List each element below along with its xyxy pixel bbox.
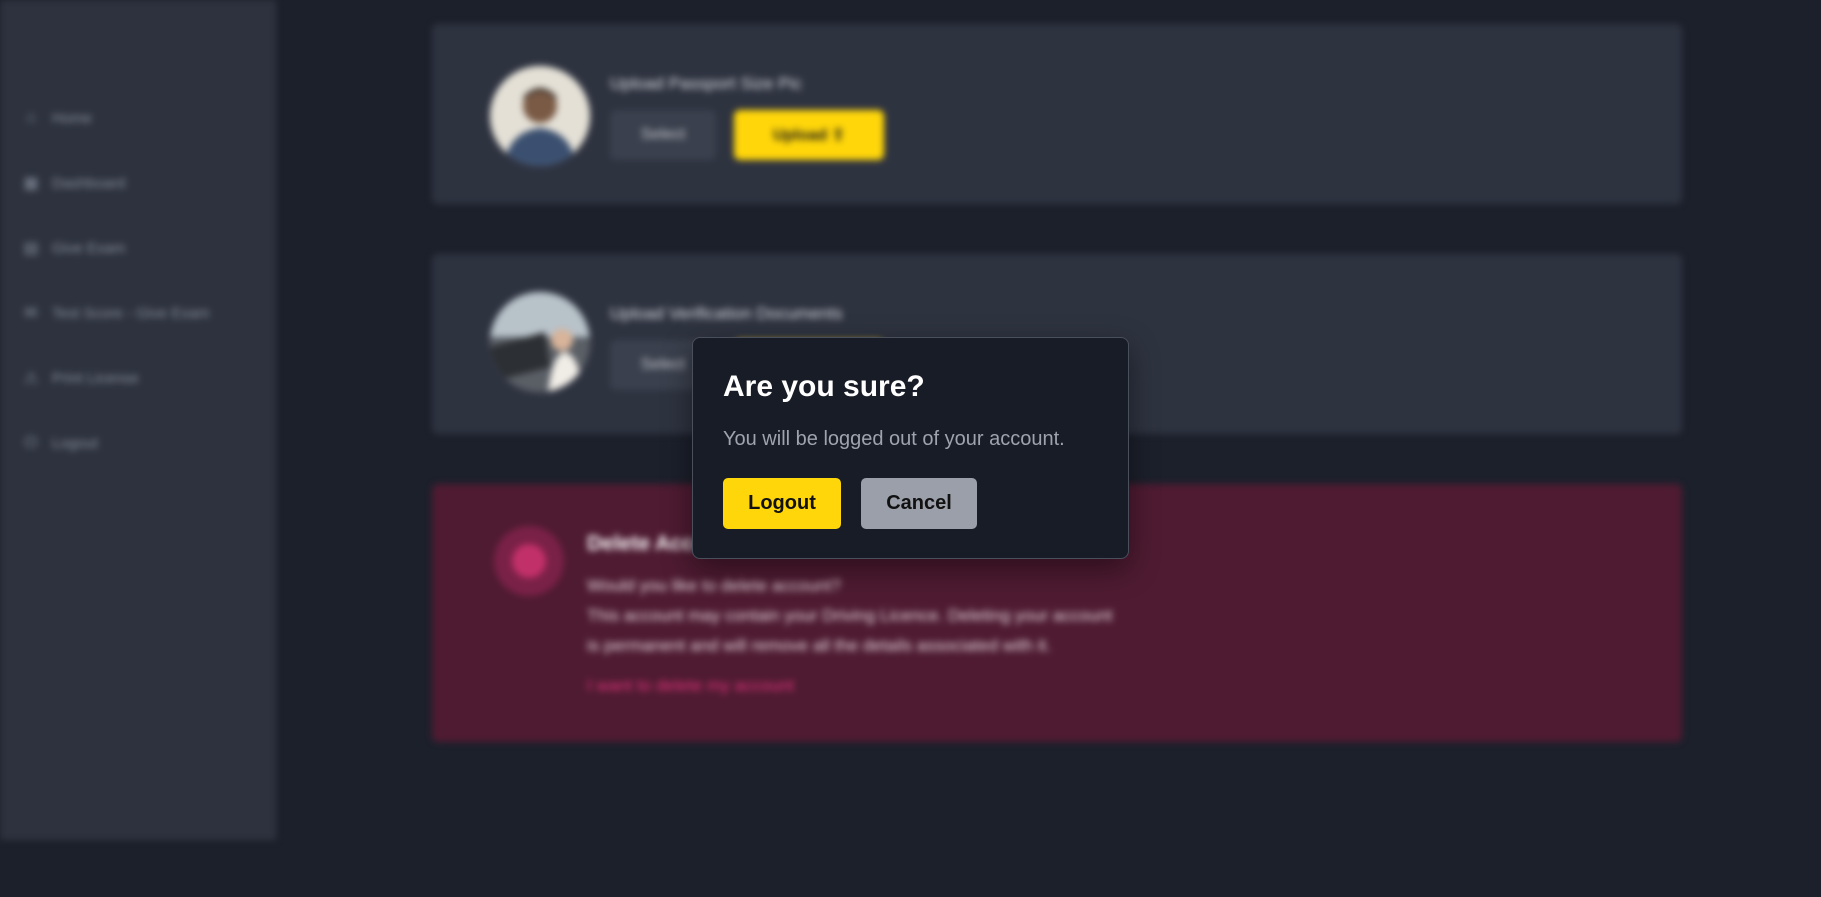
dashboard-icon: ▦ (23, 175, 39, 192)
delete-account-warning-line1: This account may contain your Driving Li… (587, 606, 1113, 625)
exam-icon: ▤ (23, 240, 39, 257)
sidebar-item-label: Print License (52, 369, 139, 387)
logout-confirm-button[interactable]: Logout (723, 478, 841, 529)
passport-photo-avatar (490, 66, 590, 166)
sidebar-item-home[interactable]: ⌂ Home (20, 106, 92, 130)
verification-document-avatar (490, 292, 590, 392)
sidebar-item-logout[interactable]: ⏻ Logout (20, 431, 98, 455)
score-icon: ✉ (24, 305, 38, 322)
sidebar: ⌂ Home ▦ Dashboard ▤ Give Exam ✉ Test Sc… (0, 0, 276, 840)
warning-icon (494, 526, 564, 596)
sidebar-item-print-license[interactable]: ⚠ Print License (20, 366, 139, 390)
passport-select-button[interactable]: Select (610, 110, 716, 160)
delete-account-warning-line2: is permanent and will remove all the det… (587, 636, 1051, 655)
license-icon: ⚠ (23, 370, 39, 387)
passport-card-title: Upload Passport Size Pic (610, 74, 802, 93)
person-portrait-icon (490, 66, 590, 166)
delete-account-question: Would you like to delete account? (587, 576, 841, 595)
sidebar-item-test-score[interactable]: ✉ Test Score - Give Exam (20, 301, 210, 325)
verification-card-title: Upload Verification Documents (610, 304, 843, 323)
sidebar-item-give-exam[interactable]: ▤ Give Exam (20, 236, 125, 260)
passport-upload-button[interactable]: Upload ⇪ (734, 110, 884, 160)
sidebar-item-label: Dashboard (52, 174, 126, 192)
sidebar-item-label: Logout (52, 434, 98, 452)
delete-account-link[interactable]: I want to delete my account (587, 676, 794, 696)
cancel-button[interactable]: Cancel (861, 478, 977, 529)
sidebar-item-dashboard[interactable]: ▦ Dashboard (20, 171, 125, 195)
sidebar-item-label: Test Score - Give Exam (52, 304, 210, 322)
logout-confirm-dialog: Are you sure? You will be logged out of … (692, 337, 1129, 559)
sidebar-item-label: Home (52, 109, 93, 127)
document-photo-icon (490, 292, 590, 392)
dialog-title: Are you sure? (723, 370, 925, 403)
home-icon: ⌂ (26, 109, 36, 126)
dialog-message: You will be logged out of your account. (723, 428, 1065, 450)
sidebar-item-label: Give Exam (52, 239, 126, 257)
passport-upload-card: Upload Passport Size Pic Select Upload ⇪ (432, 24, 1682, 204)
logout-icon: ⏻ (24, 434, 38, 451)
